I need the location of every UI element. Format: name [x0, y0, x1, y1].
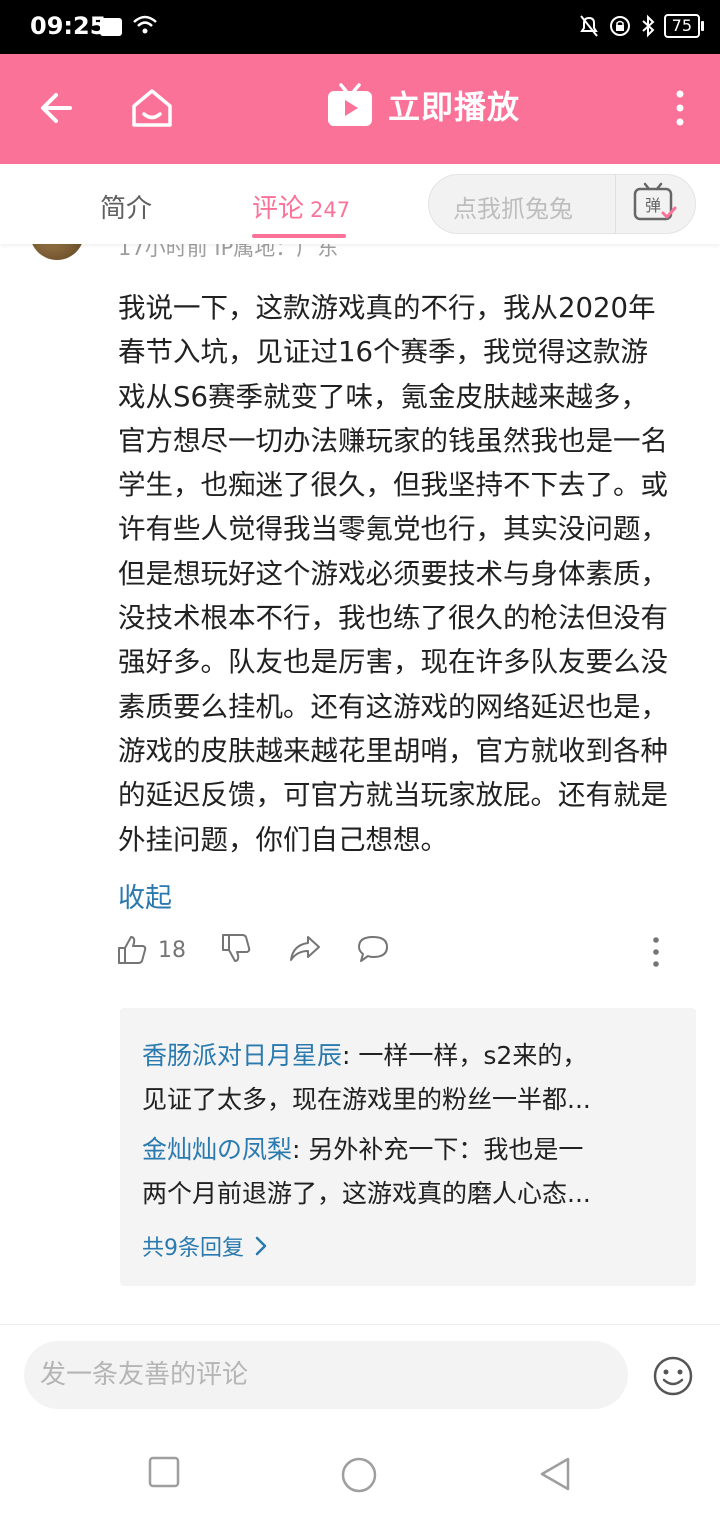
comment-line: 没技术根本不行，我也练了很久的枪法但没有	[118, 602, 668, 635]
bluetooth-icon	[641, 14, 655, 38]
wifi-icon	[133, 15, 157, 34]
reply-text: : 另外补充一下：我也是一	[292, 1135, 584, 1164]
play-now-button[interactable]: 立即播放	[326, 82, 520, 128]
status-bar: 09:25 75	[0, 0, 720, 54]
tab-intro[interactable]: 简介	[100, 188, 152, 225]
status-right: 75	[578, 14, 705, 38]
battery-indicator: 75	[663, 14, 705, 38]
comment-line: 游戏的皮肤越来越花里胡哨，官方就收到各种	[118, 734, 668, 767]
more-vertical-icon	[653, 937, 659, 967]
dislike-button[interactable]	[220, 932, 252, 964]
danmaku-input[interactable]: 点我抓兔兔 弹	[428, 174, 696, 234]
home-circle-icon[interactable]	[340, 1456, 378, 1494]
back-triangle-icon[interactable]	[538, 1456, 572, 1492]
replies-box[interactable]: 香肠派对日月星辰: 一样一样，s2来的， 见证了太多，现在游戏里的粉丝一半都..…	[120, 1008, 696, 1286]
like-button[interactable]: 18	[116, 934, 186, 966]
reply-item[interactable]: 香肠派对日月星辰: 一样一样，s2来的， 见证了太多，现在游戏里的粉丝一半都..…	[142, 1034, 682, 1122]
tv-play-icon	[328, 83, 372, 126]
comment-line: 许有些人觉得我当零氪党也行，其实没问题，	[118, 513, 668, 546]
comment-bubble-icon	[358, 936, 388, 962]
reply-line: 金灿灿の凤梨: 另外补充一下：我也是一	[142, 1128, 682, 1172]
comment-actions: 18	[0, 928, 720, 978]
comment-line: 官方想尽一切办法赚玩家的钱虽然我也是一名	[118, 424, 668, 457]
thumbs-down-icon	[222, 934, 251, 962]
comment-input[interactable]	[24, 1341, 628, 1409]
reply-text: 见证了太多，现在游戏里的粉丝一半都...	[142, 1085, 591, 1114]
share-icon	[290, 936, 320, 961]
comment-input-bar	[0, 1324, 720, 1429]
recents-square-icon[interactable]	[148, 1456, 180, 1488]
notification-icon	[100, 18, 122, 36]
svg-text:弹: 弹	[645, 196, 661, 215]
share-button[interactable]	[288, 934, 322, 964]
comment-line: 我说一下，这款游戏真的不行，我从2020年	[118, 292, 656, 324]
tab-bar: 简介 评论 247 点我抓兔兔 弹	[0, 164, 720, 244]
tab-comments-count: 247	[310, 198, 351, 222]
danmaku-toggle-icon[interactable]: 弹	[629, 181, 679, 227]
chevron-right-icon	[255, 1236, 267, 1256]
reply-count-label: 共9条回复	[142, 1236, 244, 1261]
emoji-icon[interactable]	[652, 1355, 694, 1397]
comment-line: 春节入坑，见证过16个赛季，我觉得这款游	[118, 336, 648, 369]
comment-line: 素质要么挂机。还有这游戏的网络延迟也是，	[118, 690, 668, 723]
comment-more-button[interactable]	[646, 936, 666, 968]
comment-line: 戏从S6赛季就变了味，氪金皮肤越来越多，	[118, 380, 648, 413]
active-tab-indicator	[252, 234, 346, 238]
reply-button[interactable]	[356, 934, 390, 964]
reply-item[interactable]: 金灿灿の凤梨: 另外补充一下：我也是一 两个月前退游了，这游戏真的磨人心态...	[142, 1128, 682, 1216]
more-vertical-icon[interactable]	[664, 84, 696, 132]
reply-text: : 一样一样，s2来的，	[342, 1041, 588, 1070]
danmaku-placeholder: 点我抓兔兔	[453, 195, 573, 223]
reply-text: 两个月前退游了，这游戏真的磨人心态...	[142, 1179, 591, 1208]
danmaku-divider	[615, 175, 616, 233]
reply-username[interactable]: 香肠派对日月星辰	[142, 1041, 342, 1070]
tab-comments[interactable]: 评论 247	[252, 188, 350, 225]
comment-line: 外挂问题，你们自己想想。	[118, 823, 448, 856]
lock-rotation-icon	[609, 16, 630, 36]
comment-text: 我说一下，这款游戏真的不行，我从2020年 春节入坑，见证过16个赛季，我觉得这…	[118, 286, 708, 862]
top-header: 立即播放	[0, 54, 720, 164]
play-now-label: 立即播放	[388, 88, 521, 126]
comment-line: 强好多。队友也是厉害，现在许多队友要么没	[118, 646, 668, 679]
reply-username[interactable]: 金灿灿の凤梨	[142, 1135, 292, 1164]
tab-comments-label: 评论	[252, 194, 305, 224]
like-count: 18	[158, 937, 186, 963]
comment-line: 的延迟反馈，可官方就当玩家放屁。还有就是	[118, 779, 668, 812]
status-time: 09:25	[30, 12, 107, 40]
view-all-replies-link[interactable]: 共9条回复	[142, 1230, 268, 1262]
comment-line: 但是想玩好这个游戏必须要技术与身体素质，	[118, 557, 668, 590]
system-nav-bar	[0, 1428, 720, 1520]
mute-bell-icon	[579, 15, 598, 37]
back-arrow-icon[interactable]	[34, 84, 82, 132]
collapse-link[interactable]: 收起	[118, 876, 172, 915]
reply-line: 香肠派对日月星辰: 一样一样，s2来的，	[142, 1034, 682, 1078]
home-icon[interactable]	[126, 82, 178, 134]
thumbs-up-icon	[118, 936, 147, 964]
comment-line: 学生，也痴迷了很久，但我坚持不下去了。或	[118, 469, 668, 502]
